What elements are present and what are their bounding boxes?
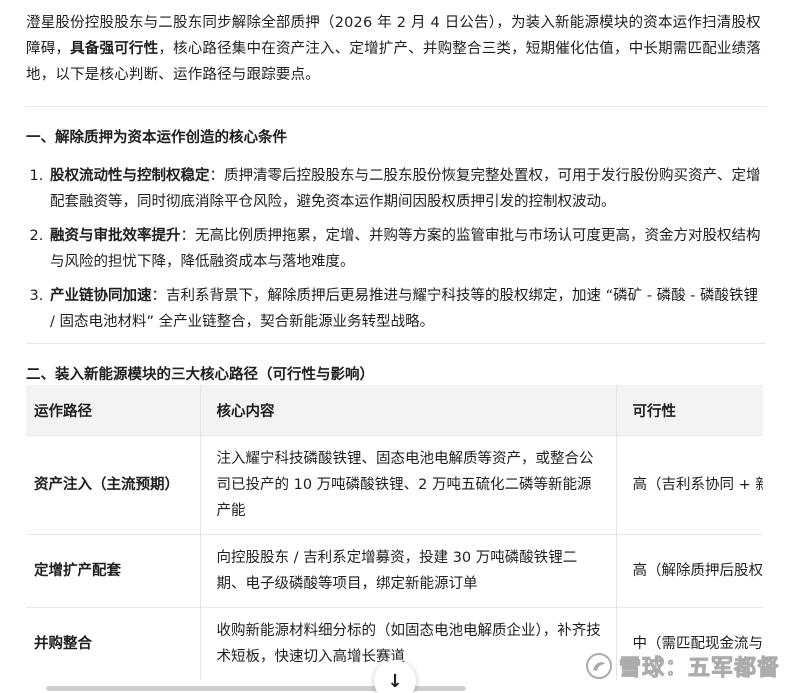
paths-table: 运作路径 核心内容 可行性 资产注入（主流预期） 注入耀宁科技磷酸铁锂、固态电池… bbox=[26, 385, 763, 680]
table-row: 定增扩产配套 向控股股东 / 吉利系定增募资，投建 30 万吨磷酸铁锂二期、电子… bbox=[26, 534, 763, 608]
table-header-feasibility: 可行性 bbox=[616, 385, 763, 436]
intro-paragraph: 澄星股份控股股东与二股东同步解除全部质押（2026 年 2 月 4 日公告），为… bbox=[26, 10, 766, 88]
watermark-text: 雪球：五军都督 bbox=[618, 656, 780, 682]
table-header-row: 运作路径 核心内容 可行性 bbox=[26, 385, 763, 436]
list-item: 股权流动性与控制权稳定：质押清零后控股股东与二股东股份恢复完整处置权，可用于发行… bbox=[48, 163, 766, 215]
table-header-path: 运作路径 bbox=[26, 385, 201, 436]
list-item-title: 融资与审批效率提升 bbox=[50, 228, 181, 244]
row-path-name: 资产注入（主流预期） bbox=[26, 435, 201, 535]
row-path-name: 定增扩产配套 bbox=[26, 534, 201, 608]
article-body: 澄星股份控股股东与二股东同步解除全部质押（2026 年 2 月 4 日公告），为… bbox=[26, 10, 766, 386]
row-content: 向控股股东 / 吉利系定增募资，投建 30 万吨磷酸铁锂二期、电子级磷酸等项目，… bbox=[200, 534, 617, 608]
row-feasibility: 高（解除质押后股权 bbox=[616, 534, 763, 608]
section-divider bbox=[26, 106, 766, 107]
list-item-title: 产业链协同加速 bbox=[50, 288, 152, 304]
section1-heading: 一、解除质押为资本运作创造的核心条件 bbox=[26, 130, 287, 146]
row-content: 注入耀宁科技磷酸铁锂、固态电池电解质等资产，或整合公司已投产的 10 万吨磷酸铁… bbox=[200, 435, 617, 535]
section2-heading: 二、装入新能源模块的三大核心路径（可行性与影响） bbox=[26, 367, 374, 383]
list-item: 融资与审批效率提升：无高比例质押拖累，定增、并购等方案的监管审批与市场认可度更高… bbox=[48, 223, 766, 275]
list-item-title: 股权流动性与控制权稳定 bbox=[50, 168, 210, 184]
list-item-text: ：吉利系背景下，解除质押后更易推进与耀宁科技等的股权绑定，加速 “磷矿 - 磷酸… bbox=[50, 288, 759, 330]
article-page: 澄星股份控股股东与二股东同步解除全部质押（2026 年 2 月 4 日公告），为… bbox=[0, 0, 800, 693]
row-path-name: 并购整合 bbox=[26, 607, 201, 680]
watermark: 雪球：五军都督 bbox=[585, 650, 780, 682]
intro-emphasis: 具备强可行性 bbox=[70, 41, 159, 57]
list-item: 产业链协同加速：吉利系背景下，解除质押后更易推进与耀宁科技等的股权绑定，加速 “… bbox=[48, 283, 766, 335]
paths-table-scroll[interactable]: 运作路径 核心内容 可行性 资产注入（主流预期） 注入耀宁科技磷酸铁锂、固态电池… bbox=[26, 385, 763, 693]
table-row: 资产注入（主流预期） 注入耀宁科技磷酸铁锂、固态电池电解质等资产，或整合公司已投… bbox=[26, 435, 763, 535]
section-divider bbox=[26, 343, 766, 344]
arrow-down-icon: ↓ bbox=[387, 670, 403, 692]
snowball-logo-icon bbox=[585, 653, 612, 679]
row-feasibility: 高（吉利系协同 + 新 bbox=[616, 435, 763, 535]
table-header-content: 核心内容 bbox=[200, 385, 617, 436]
conditions-list: 股权流动性与控制权稳定：质押清零后控股股东与二股东股份恢复完整处置权，可用于发行… bbox=[26, 163, 766, 335]
